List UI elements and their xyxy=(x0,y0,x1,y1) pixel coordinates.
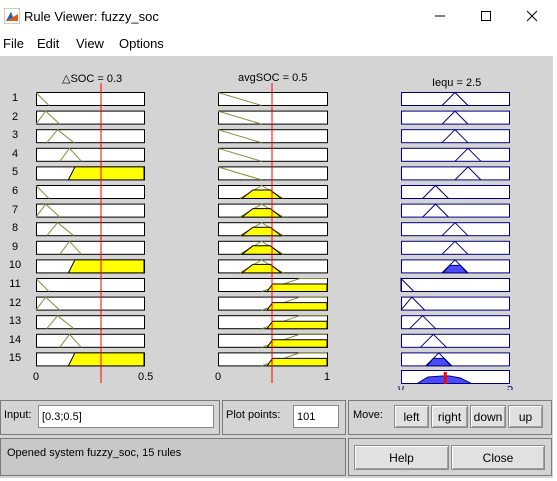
rule-5-input1-fill xyxy=(67,166,145,181)
help-button[interactable]: Help xyxy=(354,445,449,470)
rule-11-input2-fill xyxy=(266,283,328,292)
rule-14-input2-fill xyxy=(266,339,328,348)
rule-2-col-3-axes xyxy=(401,110,510,125)
rule-9-col-1-axes xyxy=(36,240,145,255)
rule-1-col-1-axes xyxy=(36,92,145,106)
rule-14-col-3-axes xyxy=(401,333,510,348)
rule-5-col-3-axes xyxy=(401,166,510,181)
close-button[interactable]: Close xyxy=(451,445,545,470)
status-text: Opened system fuzzy_soc, 15 rules xyxy=(7,447,182,459)
input-field[interactable]: [0.3;0.5] xyxy=(38,405,214,428)
input-panel: Input: [0.3;0.5] xyxy=(0,400,220,435)
rule-15-input2-fill xyxy=(266,357,328,367)
move-up-button[interactable]: up xyxy=(508,405,543,428)
rule-10-input1-fill xyxy=(67,259,145,274)
rule-6-col-1-axes xyxy=(36,185,145,199)
rule-15-col-3-axes xyxy=(401,352,510,367)
rule-1-col-2-axes xyxy=(218,92,328,106)
plot-points-label: Plot points: xyxy=(226,409,281,421)
rule-8-col-3-axes xyxy=(401,222,510,237)
rule-13-input2-fill xyxy=(266,320,328,330)
rule-4-col-3-axes xyxy=(401,147,510,162)
rule-4-col-1-axes xyxy=(36,147,145,162)
rule-3-col-3-axes xyxy=(401,129,510,144)
action-panel: Help Close xyxy=(348,438,552,476)
input-label: Input: xyxy=(4,409,32,421)
rule-11-col-3-axes xyxy=(401,278,510,292)
rule-2-col-2-axes xyxy=(218,110,328,125)
rule-9-col-3-axes xyxy=(401,240,510,255)
plot-points-panel: Plot points: 101 xyxy=(222,400,346,435)
rule-7-col-3-axes xyxy=(401,203,510,218)
move-left-button[interactable]: left xyxy=(394,405,429,428)
move-panel: Move: left right down up xyxy=(348,400,552,435)
plot-points-field[interactable]: 101 xyxy=(293,405,339,428)
rule-11-col-1-axes xyxy=(36,278,145,292)
status-bar: Opened system fuzzy_soc, 15 rules xyxy=(0,438,346,476)
rule-5-col-2-axes xyxy=(218,166,328,181)
rule-13-col-3-axes xyxy=(401,315,510,330)
rule-15-input1-fill xyxy=(67,352,145,367)
move-right-button[interactable]: right xyxy=(431,405,468,428)
rule-14-col-1-axes xyxy=(36,333,145,348)
rule-3-col-2-axes xyxy=(218,129,328,144)
rule-6-col-3-axes xyxy=(401,185,510,199)
rule-1-col-3-axes xyxy=(401,92,510,106)
move-down-button[interactable]: down xyxy=(470,405,506,428)
move-label: Move: xyxy=(353,409,383,421)
rule-12-input2-fill xyxy=(266,302,328,311)
rule-4-col-2-axes xyxy=(218,147,328,162)
